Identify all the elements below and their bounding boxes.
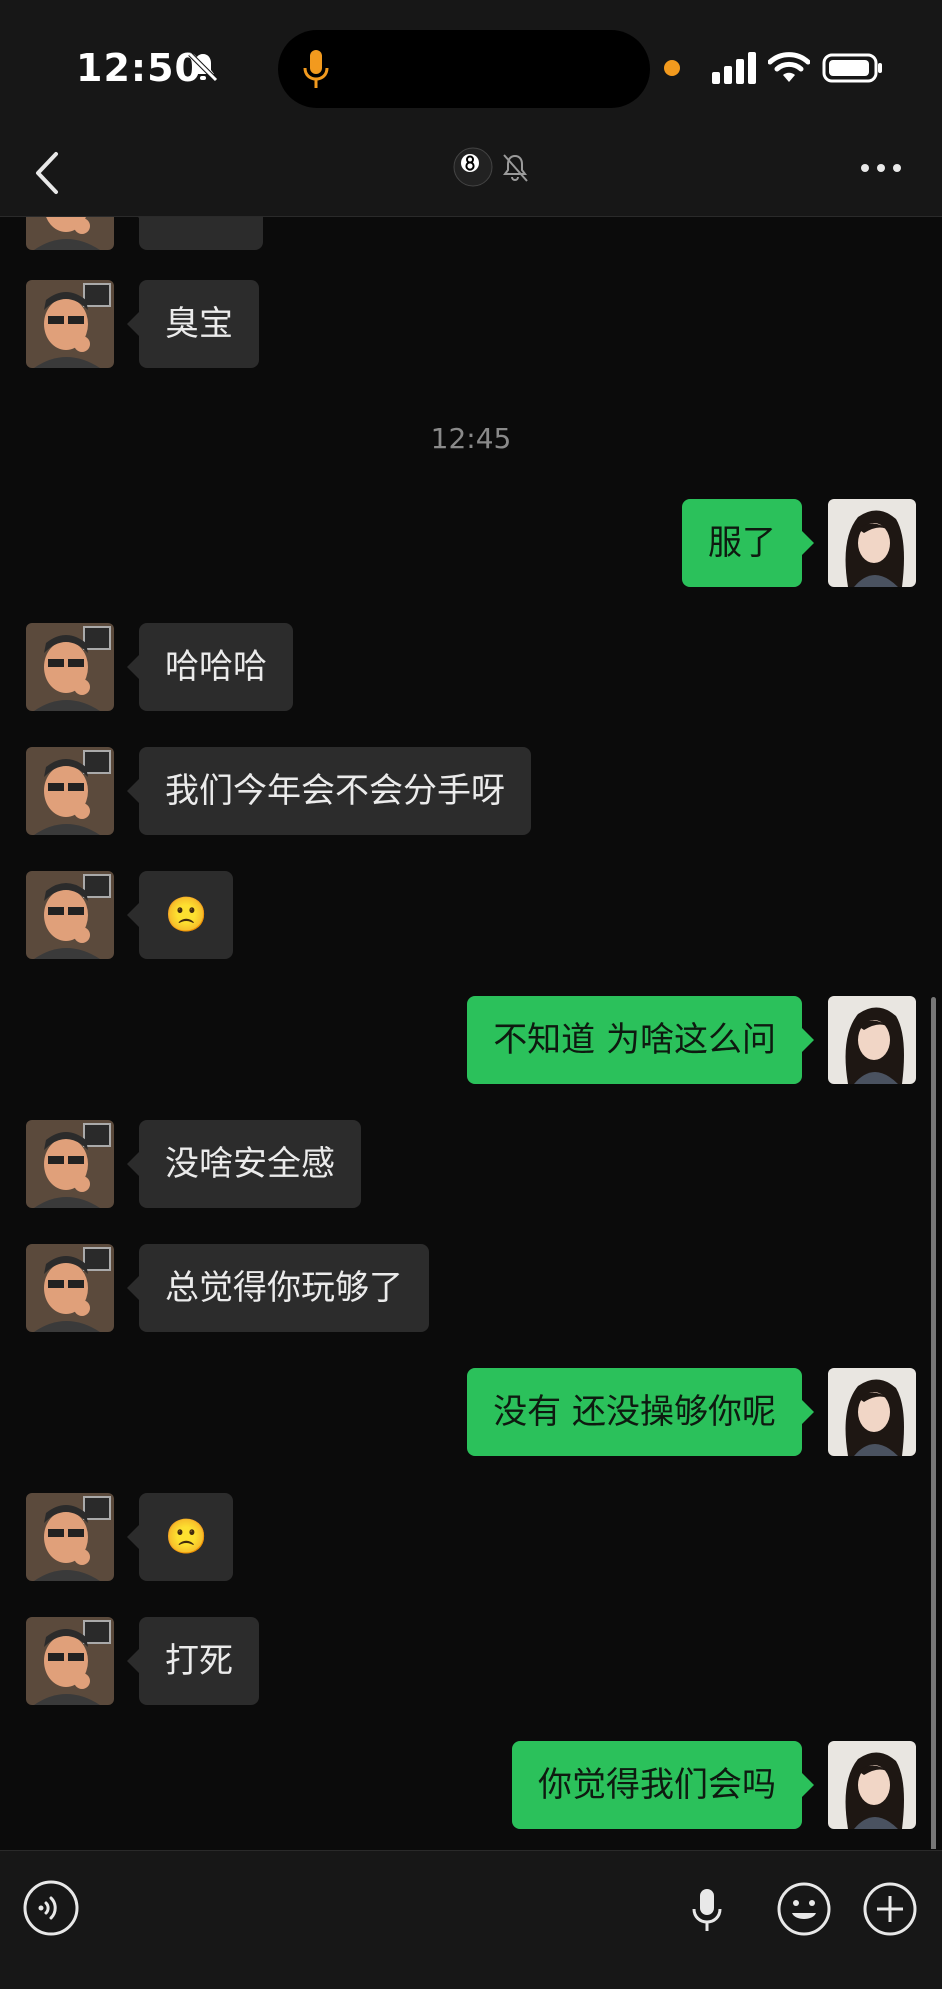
- mic-in-use-icon: [303, 50, 329, 88]
- message-row: 你觉得我们会吗: [0, 1741, 942, 1829]
- message-row: 打死: [0, 1617, 942, 1705]
- message-row: 🙁: [0, 871, 942, 959]
- message-bubble-outgoing[interactable]: 你觉得我们会吗: [512, 1741, 814, 1829]
- self-avatar[interactable]: [828, 996, 916, 1084]
- message-row: 臭宝: [0, 280, 942, 368]
- mic-icon[interactable]: [690, 1887, 724, 1933]
- message-bubble-partial[interactable]: [127, 217, 263, 250]
- input-bar: [0, 1850, 942, 1989]
- 8-ball-icon: [453, 147, 493, 187]
- voice-mode-icon[interactable]: [22, 1879, 80, 1937]
- contact-avatar[interactable]: [26, 217, 114, 250]
- wifi-icon: [768, 52, 810, 82]
- message-bubble-incoming[interactable]: 打死: [127, 1617, 259, 1705]
- message-bubble-outgoing[interactable]: 不知道 为啥这么问: [467, 996, 814, 1084]
- scrollbar[interactable]: [931, 997, 936, 1849]
- contact-avatar[interactable]: [26, 1617, 114, 1705]
- message-row: 没啥安全感: [0, 1120, 942, 1208]
- self-avatar[interactable]: [828, 1368, 916, 1456]
- chat-header: [0, 130, 942, 217]
- more-icon[interactable]: [858, 158, 904, 178]
- status-time: 12:50: [76, 46, 202, 90]
- message-bubble-incoming[interactable]: 总觉得你玩够了: [127, 1244, 429, 1332]
- message-timestamp: 12:45: [430, 422, 512, 455]
- privacy-indicator-dot: [664, 60, 680, 76]
- message-row: 服了: [0, 499, 942, 587]
- dynamic-island: [278, 30, 650, 108]
- message-row: 没有 还没操够你呢: [0, 1368, 942, 1456]
- emoji-icon[interactable]: [776, 1881, 832, 1937]
- message-bubble-incoming[interactable]: 哈哈哈: [127, 623, 293, 711]
- contact-avatar[interactable]: [26, 1120, 114, 1208]
- back-icon[interactable]: [30, 148, 64, 198]
- message-bubble-incoming[interactable]: 没啥安全感: [127, 1120, 361, 1208]
- contact-avatar[interactable]: [26, 871, 114, 959]
- message-row: 我们今年会不会分手呀: [0, 747, 942, 835]
- message-list[interactable]: 臭宝 12:45 服了 哈哈哈 我们今年会不会分手呀 🙁 不知道 为啥这么问 没…: [0, 217, 942, 1849]
- cellular-signal-icon: [712, 52, 756, 84]
- message-bubble-incoming[interactable]: 我们今年会不会分手呀: [127, 747, 531, 835]
- contact-avatar[interactable]: [26, 1244, 114, 1332]
- message-row: 总觉得你玩够了: [0, 1244, 942, 1332]
- plus-icon[interactable]: [862, 1881, 918, 1937]
- message-bubble-outgoing[interactable]: 服了: [682, 499, 814, 587]
- message-row-partial: [0, 217, 942, 250]
- contact-avatar[interactable]: [26, 747, 114, 835]
- battery-icon: [822, 53, 882, 83]
- self-avatar[interactable]: [828, 1741, 916, 1829]
- contact-avatar[interactable]: [26, 1493, 114, 1581]
- message-bubble-incoming[interactable]: 臭宝: [127, 280, 259, 368]
- status-bar: 12:50: [0, 0, 942, 130]
- mute-bell-icon: [503, 154, 528, 182]
- silent-mode-icon: [188, 52, 218, 82]
- message-bubble-outgoing[interactable]: 没有 还没操够你呢: [467, 1368, 814, 1456]
- message-bubble-incoming[interactable]: 🙁: [126, 871, 234, 959]
- contact-avatar[interactable]: [26, 623, 114, 711]
- self-avatar[interactable]: [828, 499, 916, 587]
- message-row: 不知道 为啥这么问: [0, 996, 942, 1084]
- message-bubble-incoming[interactable]: 🙁: [126, 1493, 234, 1581]
- message-row: 🙁: [0, 1493, 942, 1581]
- contact-avatar[interactable]: [26, 280, 114, 368]
- message-row: 哈哈哈: [0, 623, 942, 711]
